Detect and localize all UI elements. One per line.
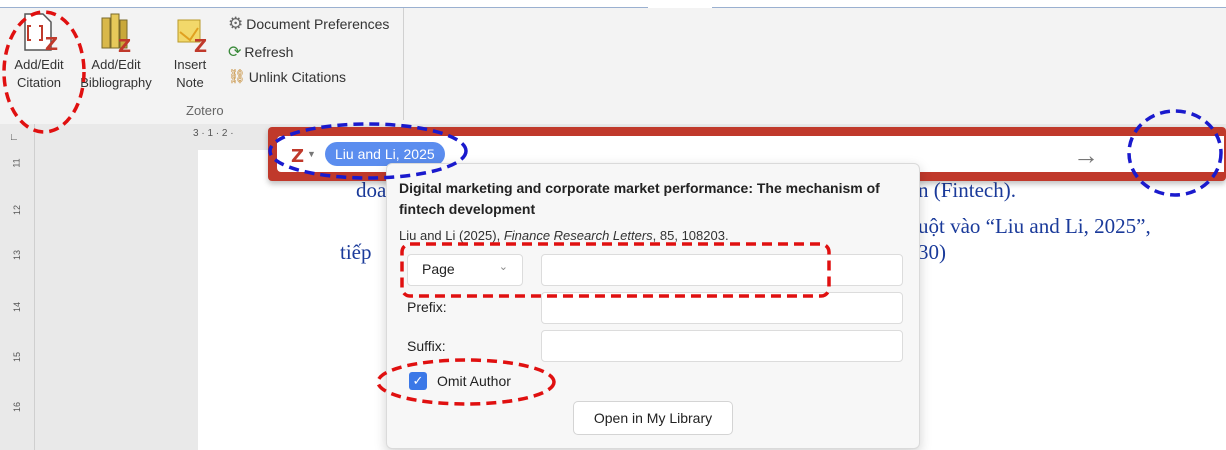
document-text: doa [356, 178, 387, 202]
citation-icon: Z [24, 13, 58, 54]
gear-icon: ⚙ [228, 14, 244, 33]
svg-text:Z: Z [194, 36, 207, 54]
item-citation-suffix: , 85, 108203. [652, 228, 729, 243]
refresh-label: Refresh [244, 44, 294, 60]
ruler-tick: 16 [12, 401, 23, 413]
note-icon: Z [177, 19, 207, 54]
bibliography-icon: Z [101, 13, 131, 54]
ruler-tick: 11 [11, 158, 22, 168]
refresh-icon: ⟳ [228, 44, 242, 61]
insert-note-button[interactable]: Z Insert Note [164, 10, 216, 92]
zotero-group-label: Zotero [186, 103, 224, 118]
ruler-tick: 15 [12, 351, 23, 363]
add-edit-citation-label: Add/Edit Citation [14, 57, 64, 90]
prefix-input[interactable] [541, 292, 903, 324]
group-divider [403, 8, 404, 120]
ribbon-accent-line [712, 7, 1226, 8]
tab-stop-icon[interactable]: ∟ [9, 132, 21, 144]
add-edit-bibliography-label: Add/Edit Bibliography [80, 57, 152, 90]
document-preferences-button[interactable]: ⚙ Document Preferences [228, 14, 389, 34]
item-title: Digital marketing and corporate market p… [399, 180, 880, 217]
document-text: tiếp [340, 240, 372, 264]
add-edit-citation-button[interactable]: Z Add/Edit Citation [4, 10, 74, 92]
document-text: 30) [918, 240, 946, 264]
document-text: uột vào “Liu and Li, 2025”, [918, 214, 1151, 238]
refresh-button[interactable]: ⟳ Refresh [228, 42, 293, 62]
prefix-label: Prefix: [407, 299, 447, 315]
suffix-label: Suffix: [407, 338, 446, 354]
omit-author-checkbox[interactable]: ✓ [409, 372, 427, 390]
locator-type-label: Page [422, 261, 455, 277]
insert-note-label: Insert Note [173, 57, 207, 90]
locator-input[interactable] [541, 254, 903, 286]
ruler-tick: 13 [12, 249, 23, 261]
locator-type-select[interactable]: Page ⌄ [407, 254, 523, 286]
ribbon-top-line [0, 0, 1226, 8]
item-citation-prefix: Liu and Li (2025), [399, 228, 501, 243]
horizontal-ruler: 3 · 1 · 2 · [193, 128, 234, 139]
arrow-right-icon[interactable]: → [1073, 140, 1099, 171]
svg-text:Z: Z [118, 36, 131, 54]
ruler-tick: 12 [12, 204, 23, 216]
item-citation: Liu and Li (2025), Finance Research Lett… [399, 228, 729, 243]
svg-text:Z: Z [45, 34, 58, 54]
document-preferences-label: Document Preferences [246, 16, 390, 32]
ribbon-accent-line [0, 7, 648, 8]
ruler-tick: 14 [12, 301, 23, 313]
suffix-input[interactable] [541, 330, 903, 362]
chevron-down-icon[interactable]: ▼ [307, 149, 316, 159]
unlink-citations-button[interactable]: ⛓ Unlink Citations [228, 68, 346, 85]
open-in-library-button[interactable]: Open in My Library [573, 401, 733, 435]
citation-item-popup: Digital marketing and corporate market p… [386, 163, 920, 449]
chevron-down-icon: ⌄ [498, 261, 508, 273]
item-journal: Finance Research Letters [503, 228, 653, 243]
zotero-logo-icon[interactable]: Z [291, 146, 304, 167]
unlink-icon: ⛓ [228, 68, 246, 84]
unlink-citations-label: Unlink Citations [248, 68, 347, 85]
add-edit-bibliography-button[interactable]: Z Add/Edit Bibliography [72, 10, 160, 92]
document-text: n (Fintech). [918, 178, 1016, 202]
omit-author-label[interactable]: Omit Author [437, 373, 511, 389]
